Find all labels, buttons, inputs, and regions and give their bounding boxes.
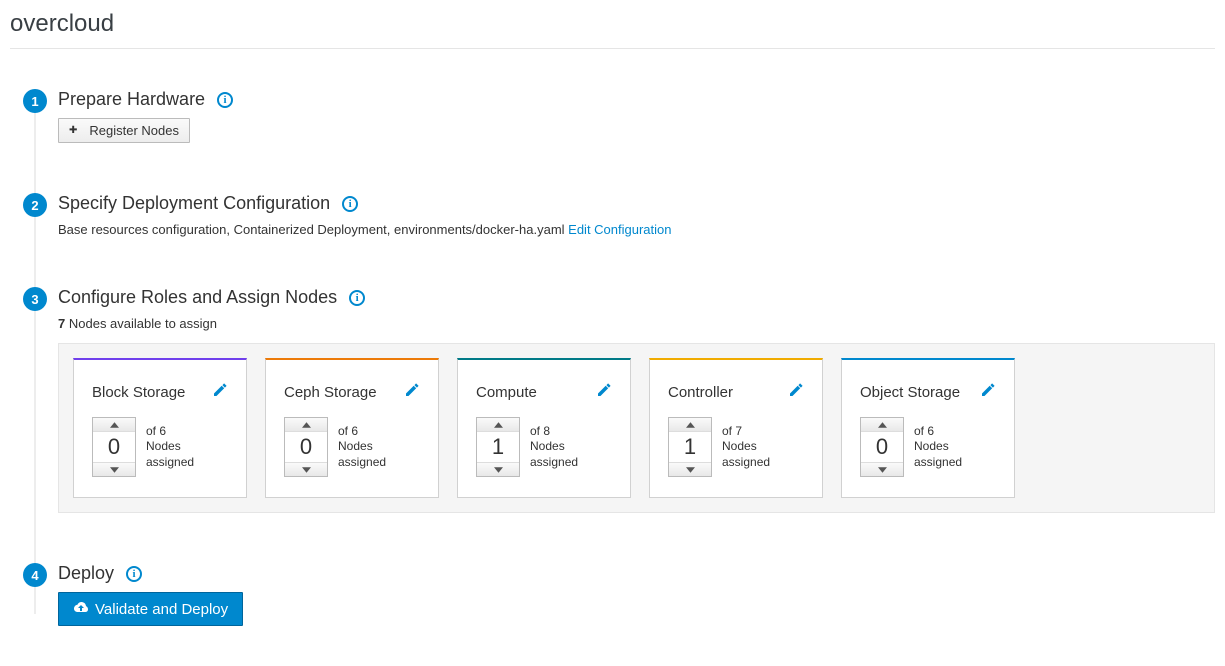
nodes-available-label: Nodes available to assign	[69, 316, 217, 331]
node-count-stepper[interactable]: 0	[92, 417, 136, 477]
nodes-available-text: 7 Nodes available to assign	[58, 316, 1215, 331]
node-count-stepper[interactable]: 0	[284, 417, 328, 477]
cloud-upload-icon	[73, 600, 89, 618]
roles-panel: Block Storage0of 6NodesassignedCeph Stor…	[58, 343, 1215, 513]
stepper-up-button[interactable]	[861, 418, 903, 431]
stepper-value: 1	[669, 431, 711, 463]
stepper-up-button[interactable]	[477, 418, 519, 431]
validate-deploy-button[interactable]: Validate and Deploy	[58, 592, 243, 626]
step-title-text: Specify Deployment Configuration	[58, 193, 330, 214]
stepper-down-button[interactable]	[477, 463, 519, 476]
step-number-badge: 4	[23, 563, 47, 587]
pencil-icon[interactable]	[212, 382, 228, 398]
role-title: Ceph Storage	[284, 384, 420, 401]
page-title: overcloud	[10, 0, 1215, 49]
step-title-text: Deploy	[58, 563, 114, 584]
nodes-assigned-label: of 7Nodesassigned	[722, 424, 770, 471]
node-count-stepper[interactable]: 1	[668, 417, 712, 477]
stepper-value: 0	[861, 431, 903, 463]
stepper-up-button[interactable]	[93, 418, 135, 431]
nodes-assigned-label: of 6Nodesassigned	[146, 424, 194, 471]
node-count-row: 0 of 6Nodesassigned	[284, 417, 420, 477]
step-title-text: Configure Roles and Assign Nodes	[58, 287, 337, 308]
register-nodes-button[interactable]: Register Nodes	[58, 118, 190, 143]
stepper-up-button[interactable]	[669, 418, 711, 431]
pencil-icon[interactable]	[788, 382, 804, 398]
info-icon[interactable]: i	[217, 92, 233, 108]
step-configure-roles: 3 Configure Roles and Assign Nodes i 7 N…	[10, 287, 1215, 513]
nodes-assigned-label: of 6Nodesassigned	[338, 424, 386, 471]
stepper-down-button[interactable]	[285, 463, 327, 476]
step-number-badge: 1	[23, 89, 47, 113]
role-title: Object Storage	[860, 384, 996, 401]
validate-deploy-label: Validate and Deploy	[95, 601, 228, 618]
node-count-stepper[interactable]: 0	[860, 417, 904, 477]
role-title: Controller	[668, 384, 804, 401]
stepper-up-button[interactable]	[285, 418, 327, 431]
stepper-value: 0	[285, 431, 327, 463]
role-card: Ceph Storage 0 of 6Nodesassigned	[265, 358, 439, 498]
nodes-assigned-label: of 8Nodesassigned	[530, 424, 578, 471]
nodes-assigned-label: of 6Nodesassigned	[914, 424, 962, 471]
pencil-icon[interactable]	[404, 382, 420, 398]
deployment-steps: 1 Prepare Hardware i Register Nodes 2 Sp…	[10, 89, 1215, 626]
role-title: Compute	[476, 384, 612, 401]
role-card: Block Storage 0 of 6Nodesassigned	[73, 358, 247, 498]
step-specify-deployment: 2 Specify Deployment Configuration i Bas…	[10, 193, 1215, 237]
stepper-value: 1	[477, 431, 519, 463]
deployment-config-description: Base resources configuration, Containeri…	[58, 222, 1215, 237]
stepper-down-button[interactable]	[93, 463, 135, 476]
step-number-badge: 2	[23, 193, 47, 217]
role-card: Compute 1 of 8Nodesassigned	[457, 358, 631, 498]
step-number-badge: 3	[23, 287, 47, 311]
deployment-config-text: Base resources configuration, Containeri…	[58, 222, 565, 237]
node-count-row: 1 of 7Nodesassigned	[668, 417, 804, 477]
stepper-down-button[interactable]	[861, 463, 903, 476]
register-nodes-label: Register Nodes	[89, 123, 179, 138]
edit-configuration-link[interactable]: Edit Configuration	[568, 222, 671, 237]
nodes-available-count: 7	[58, 316, 65, 331]
stepper-down-button[interactable]	[669, 463, 711, 476]
step-deploy: 4 Deploy i Validate and Deploy	[10, 563, 1215, 626]
node-count-stepper[interactable]: 1	[476, 417, 520, 477]
role-card: Controller 1 of 7Nodesassigned	[649, 358, 823, 498]
node-count-row: 1 of 8Nodesassigned	[476, 417, 612, 477]
step-title-text: Prepare Hardware	[58, 89, 205, 110]
stepper-value: 0	[93, 431, 135, 463]
info-icon[interactable]: i	[342, 196, 358, 212]
step-prepare-hardware: 1 Prepare Hardware i Register Nodes	[10, 89, 1215, 143]
pencil-icon[interactable]	[980, 382, 996, 398]
node-count-row: 0 of 6Nodesassigned	[860, 417, 996, 477]
info-icon[interactable]: i	[349, 290, 365, 306]
node-count-row: 0 of 6Nodesassigned	[92, 417, 228, 477]
role-title: Block Storage	[92, 384, 228, 401]
role-card: Object Storage 0 of 6Nodesassigned	[841, 358, 1015, 498]
info-icon[interactable]: i	[126, 566, 142, 582]
pencil-icon[interactable]	[596, 382, 612, 398]
